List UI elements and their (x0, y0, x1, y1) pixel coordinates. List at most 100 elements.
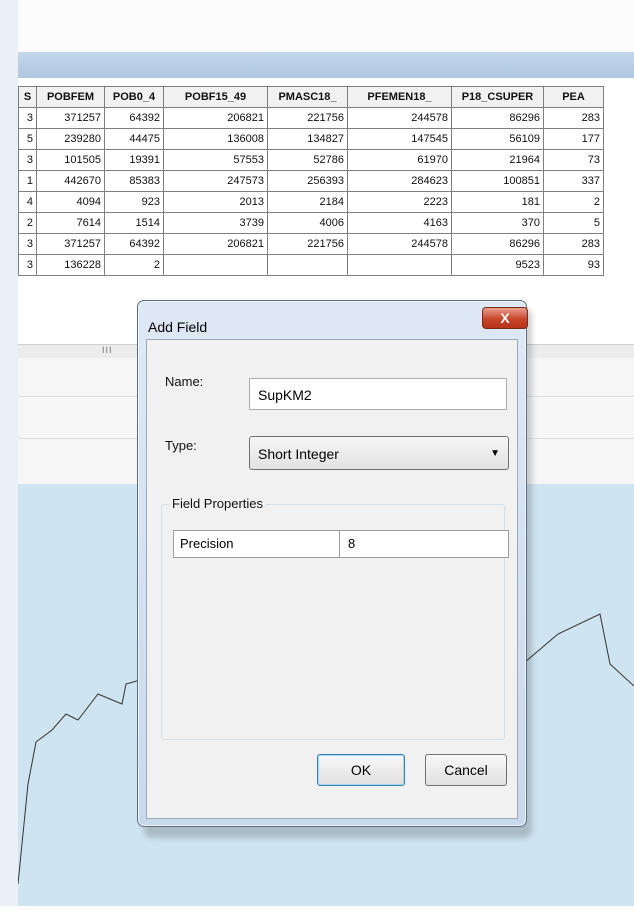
table-cell[interactable]: 56109 (451, 128, 544, 150)
precision-label[interactable]: Precision (174, 531, 340, 557)
table-cell[interactable] (347, 254, 452, 276)
column-header[interactable]: P18_CSUPER (451, 86, 544, 108)
name-label: Name: (165, 374, 204, 389)
table-cell[interactable]: 7614 (36, 212, 105, 234)
table-cell[interactable]: 4 (18, 191, 37, 213)
table-body: 3 371257 64392 206821 221756 244578 86296 283 5 2… (18, 107, 604, 276)
table-cell[interactable]: 5 (18, 128, 37, 150)
field-properties-label: Field Properties (169, 496, 267, 511)
toolbar-area (18, 0, 634, 52)
table-row[interactable]: 3 371257 64392 206821 221756 244578 86296 283 (18, 233, 604, 255)
table-row[interactable]: 5 239280 44475 136008 134827 147545 56109 177 (18, 128, 604, 150)
dialog-body: Name: SupKM2 Type: Short Integer ▼ Field… (146, 339, 518, 819)
table-cell[interactable]: 86296 (451, 107, 544, 129)
table-cell[interactable]: 221756 (267, 233, 348, 255)
table-cell[interactable]: 4163 (347, 212, 452, 234)
table-cell[interactable]: 93 (543, 254, 604, 276)
table-cell[interactable]: 239280 (36, 128, 105, 150)
table-cell[interactable]: 3 (18, 149, 37, 171)
table-row[interactable]: 4 4094 923 2013 2184 2223 181 2 (18, 191, 604, 213)
chevron-down-icon: ▼ (490, 448, 500, 459)
cancel-button[interactable]: Cancel (425, 754, 507, 786)
column-header[interactable]: POBF15_49 (163, 86, 268, 108)
table-cell[interactable]: 5 (543, 212, 604, 234)
table-cell[interactable]: 371257 (36, 107, 105, 129)
table-cell[interactable]: 3 (18, 107, 37, 129)
ok-button[interactable]: OK (317, 754, 405, 786)
table-cell[interactable]: 9523 (451, 254, 544, 276)
table-cell[interactable]: 371257 (36, 233, 105, 255)
table-cell[interactable]: 44475 (104, 128, 164, 150)
window-edge (0, 0, 18, 906)
table-cell[interactable]: 1514 (104, 212, 164, 234)
table-cell[interactable]: 1 (18, 170, 37, 192)
table-cell[interactable]: 73 (543, 149, 604, 171)
table-cell[interactable]: 206821 (163, 107, 268, 129)
table-cell[interactable]: 283 (543, 233, 604, 255)
table-cell[interactable]: 134827 (267, 128, 348, 150)
table-cell[interactable]: 136008 (163, 128, 268, 150)
table-cell[interactable]: 19391 (104, 149, 164, 171)
table-cell[interactable]: 221756 (267, 107, 348, 129)
table-cell[interactable]: 85383 (104, 170, 164, 192)
table-cell[interactable]: 136228 (36, 254, 105, 276)
boundary-line-east (517, 613, 634, 687)
table-header-row: S POBFEM POB0_4 POBF15_49 PMASC18_ PFEMEN18_ P… (18, 86, 604, 108)
column-header[interactable]: PEA (543, 86, 604, 108)
table-cell[interactable]: 2013 (163, 191, 268, 213)
table-cell[interactable]: 247573 (163, 170, 268, 192)
table-cell[interactable]: 206821 (163, 233, 268, 255)
table-cell[interactable]: 337 (543, 170, 604, 192)
table-cell[interactable]: 3 (18, 254, 37, 276)
column-header[interactable]: POB0_4 (104, 86, 164, 108)
table-cell[interactable]: 100851 (451, 170, 544, 192)
precision-value[interactable]: 8 (340, 531, 508, 557)
table-cell[interactable]: 3 (18, 233, 37, 255)
table-cell[interactable]: 256393 (267, 170, 348, 192)
table-cell[interactable]: 21964 (451, 149, 544, 171)
table-cell[interactable]: 86296 (451, 233, 544, 255)
table-cell[interactable]: 57553 (163, 149, 268, 171)
table-row[interactable]: 3 371257 64392 206821 221756 244578 86296 283 (18, 107, 604, 129)
table-cell[interactable]: 244578 (347, 107, 452, 129)
table-cell[interactable]: 147545 (347, 128, 452, 150)
table-cell[interactable]: 2184 (267, 191, 348, 213)
table-cell[interactable]: 181 (451, 191, 544, 213)
table-cell[interactable]: 923 (104, 191, 164, 213)
table-cell[interactable]: 177 (543, 128, 604, 150)
column-header[interactable]: S (18, 86, 37, 108)
table-cell[interactable]: 283 (543, 107, 604, 129)
table-cell[interactable]: 61970 (347, 149, 452, 171)
table-cell[interactable]: 52786 (267, 149, 348, 171)
table-row[interactable]: 2 7614 1514 3739 4006 4163 370 5 (18, 212, 604, 234)
column-header[interactable]: PMASC18_ (267, 86, 348, 108)
table-cell[interactable]: 101505 (36, 149, 105, 171)
table-cell[interactable]: 4094 (36, 191, 105, 213)
table-cell[interactable]: 2 (104, 254, 164, 276)
table-cell[interactable]: 2223 (347, 191, 452, 213)
table-window-titlebar (18, 52, 634, 78)
table-cell[interactable] (267, 254, 348, 276)
table-cell[interactable]: 64392 (104, 233, 164, 255)
table-cell[interactable]: 284623 (347, 170, 452, 192)
type-selected-value: Short Integer (258, 446, 339, 462)
table-row[interactable]: 3 101505 19391 57553 52786 61970 21964 73 (18, 149, 604, 171)
column-header[interactable]: POBFEM (36, 86, 105, 108)
table-cell[interactable] (163, 254, 268, 276)
table-cell[interactable]: 2 (543, 191, 604, 213)
close-button[interactable]: X (482, 307, 528, 329)
table-cell[interactable]: 2 (18, 212, 37, 234)
table-cell[interactable]: 4006 (267, 212, 348, 234)
table-cell[interactable]: 3739 (163, 212, 268, 234)
name-input[interactable]: SupKM2 (249, 378, 507, 410)
table-row[interactable]: 1 442670 85383 247573 256393 284623 100851 337 (18, 170, 604, 192)
scrollbar-grip[interactable]: III (102, 345, 113, 355)
type-dropdown[interactable]: Short Integer ▼ (249, 436, 509, 470)
table-row[interactable]: 3 136228 2 9523 93 (18, 254, 604, 276)
dialog-title: Add Field (148, 319, 208, 335)
table-cell[interactable]: 244578 (347, 233, 452, 255)
table-cell[interactable]: 64392 (104, 107, 164, 129)
table-cell[interactable]: 442670 (36, 170, 105, 192)
column-header[interactable]: PFEMEN18_ (347, 86, 452, 108)
table-cell[interactable]: 370 (451, 212, 544, 234)
